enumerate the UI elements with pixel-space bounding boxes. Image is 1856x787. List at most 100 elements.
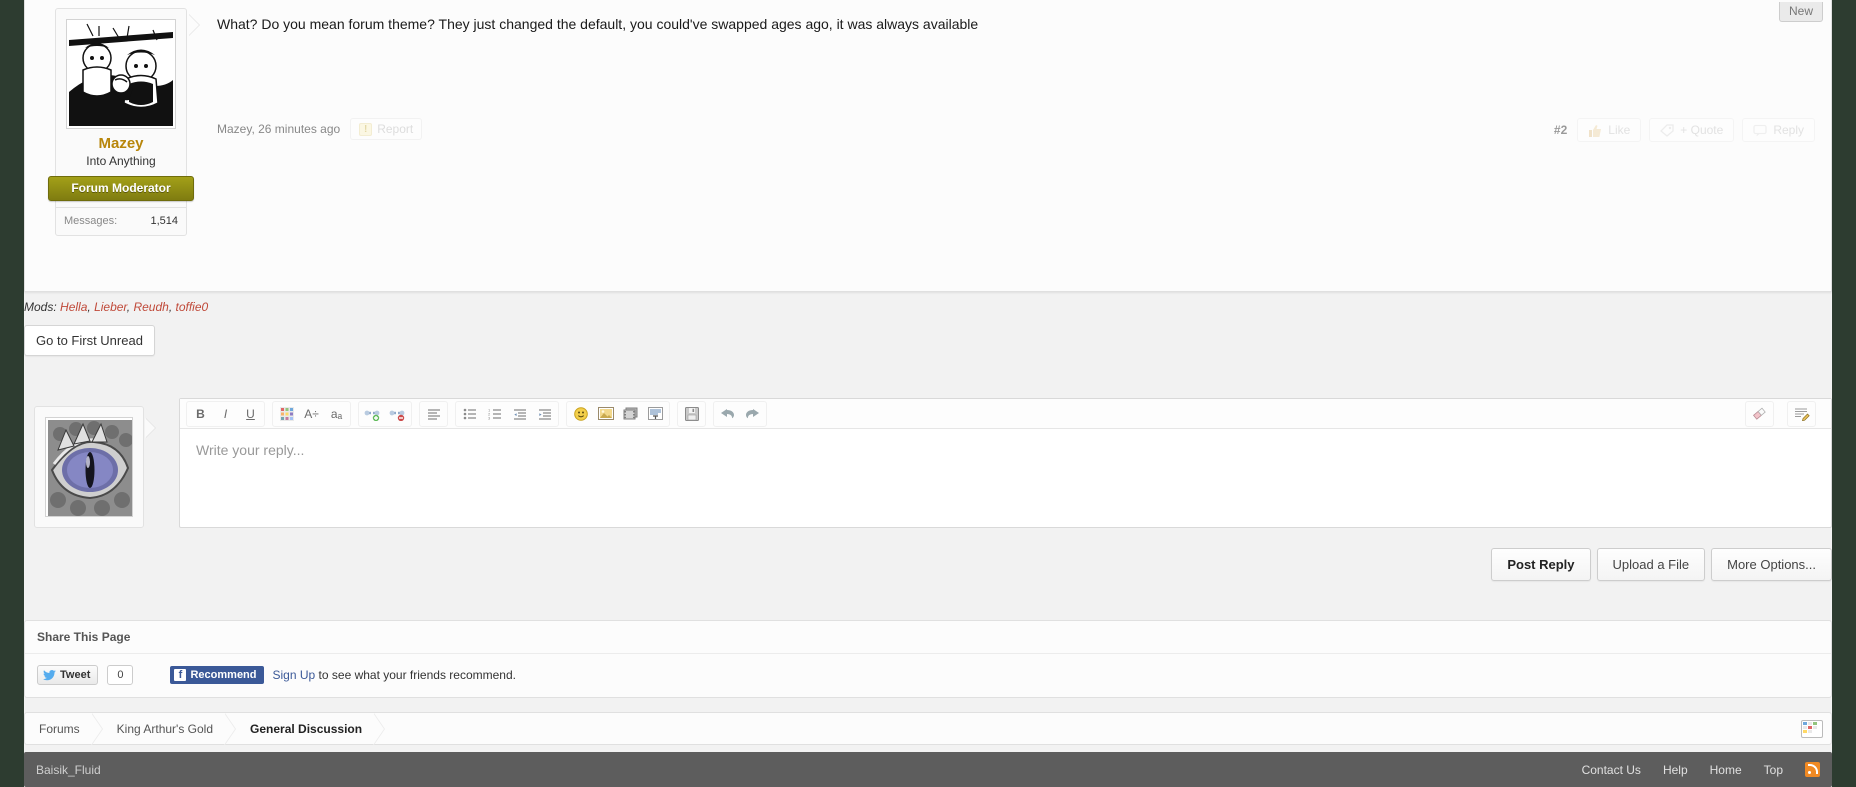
toolbar-group-font: A÷ aₐ (272, 400, 351, 427)
font-family-glyph: aₐ (330, 406, 343, 421)
reply-textarea[interactable]: Write your reply... (180, 429, 1831, 471)
style-name[interactable]: Baisik_Fluid (36, 763, 101, 777)
toolbar-group-insert (566, 400, 670, 427)
post-body-area: What? Do you mean forum theme? They just… (195, 0, 1823, 291)
speech-bubble-icon (1753, 124, 1767, 137)
breadcrumb-item-kag[interactable]: King Arthur's Gold (103, 722, 225, 736)
post-private-controls: Mazey, 26 minutes ago ! Report (217, 118, 423, 140)
rss-icon[interactable] (1805, 762, 1820, 777)
upload-file-button[interactable]: Upload a File (1596, 548, 1706, 581)
toolbar-group-eraser (1745, 400, 1774, 427)
footer-links: Contact Us Help Home Top (1582, 762, 1820, 777)
recommend-label: Recommend (190, 669, 257, 681)
insert-link-icon[interactable] (360, 403, 385, 425)
facebook-icon: f (174, 669, 187, 681)
like-label: Like (1608, 123, 1631, 137)
toolbar-group-align (419, 400, 448, 427)
save-draft-icon[interactable] (679, 403, 704, 425)
quick-reply-avatar[interactable] (34, 406, 144, 528)
twitter-icon (43, 669, 56, 680)
user-extra-info: Messages: 1,514 (56, 207, 186, 235)
breadcrumb-item-forums[interactable]: Forums (25, 722, 92, 736)
source-mode-icon[interactable] (1789, 403, 1814, 425)
mod-link-2[interactable]: Reudh (133, 300, 168, 314)
insert-quote-icon[interactable] (643, 403, 668, 425)
post-date: Mazey, 26 minutes ago (217, 122, 341, 136)
undo-icon[interactable] (715, 403, 740, 425)
eraser-icon[interactable] (1747, 403, 1772, 425)
facebook-recommend-button[interactable]: f Recommend (170, 666, 264, 684)
font-size-icon[interactable]: A÷ (299, 403, 324, 425)
moderators-line: Mods: Hella, Lieber, Reudh, toffie0 (24, 300, 209, 314)
breadcrumb-separator-icon (224, 712, 237, 745)
align-icon[interactable] (421, 403, 446, 425)
tag-icon (1660, 123, 1674, 137)
breadcrumb-separator-icon (373, 712, 386, 745)
svg-text:3: 3 (488, 415, 491, 420)
font-size-glyph: A÷ (304, 406, 319, 421)
breadcrumb: Forums King Arthur's Gold General Discus… (24, 712, 1832, 745)
post-author-name[interactable]: Mazey (56, 135, 186, 152)
quote-label: + Quote (1680, 123, 1724, 137)
share-this-page: Share This Page Tweet 0 f Recommend Sign… (24, 620, 1832, 698)
tweet-label: Tweet (60, 669, 91, 681)
italic-glyph: I (223, 406, 228, 421)
mod-link-1[interactable]: Lieber (94, 300, 127, 314)
new-post-badge: New (1778, 2, 1823, 22)
report-button[interactable]: ! Report (350, 118, 423, 140)
footer-link-home[interactable]: Home (1710, 763, 1742, 777)
smilies-icon[interactable] (568, 403, 593, 425)
bullet-list-icon[interactable] (457, 403, 482, 425)
post-arrow-icon (188, 14, 199, 36)
underline-icon[interactable]: U (238, 403, 263, 425)
italic-icon[interactable]: I (213, 403, 238, 425)
editor-toolbar: B I U A÷ aₐ 1 2 3 (180, 399, 1831, 429)
insert-media-icon[interactable] (618, 403, 643, 425)
post-author-title: Into Anything (86, 154, 156, 168)
breadcrumb-separator-icon (90, 712, 103, 745)
footer-link-help[interactable]: Help (1663, 763, 1688, 777)
text-color-icon[interactable] (274, 403, 299, 425)
reply-editor: B I U A÷ aₐ 1 2 3 Write your reply... (179, 398, 1832, 528)
style-chooser-icon[interactable] (1801, 720, 1823, 738)
user-banner: Forum Moderator (48, 176, 194, 201)
numbered-list-icon[interactable]: 123 (482, 403, 507, 425)
go-to-first-unread-button[interactable]: Go to First Unread (24, 325, 155, 356)
quick-reply: B I U A÷ aₐ 1 2 3 Write your reply... (24, 398, 1832, 563)
toolbar-right-group (1745, 400, 1823, 427)
underline-glyph: U (246, 406, 255, 421)
redo-icon[interactable] (740, 403, 765, 425)
mod-link-3[interactable]: toffie0 (175, 300, 208, 314)
footer-link-contact-us[interactable]: Contact Us (1582, 763, 1641, 777)
toolbar-group-link (358, 400, 412, 427)
outdent-icon[interactable] (507, 403, 532, 425)
signup-rest: to see what your friends recommend. (315, 668, 516, 682)
quote-button[interactable]: + Quote (1649, 118, 1735, 142)
font-family-icon[interactable]: aₐ (324, 403, 349, 425)
bold-icon[interactable]: B (188, 403, 213, 425)
reply-button[interactable]: Reply (1742, 118, 1815, 142)
avatar[interactable] (66, 19, 176, 129)
messages-count: 1,514 (150, 215, 178, 227)
more-options-button[interactable]: More Options... (1711, 548, 1832, 581)
post-text: What? Do you mean forum theme? They just… (217, 16, 979, 32)
remove-link-icon[interactable] (385, 403, 410, 425)
post-number[interactable]: #2 (1554, 123, 1567, 137)
bold-glyph: B (196, 406, 205, 421)
breadcrumb-item-general-discussion[interactable]: General Discussion (236, 722, 374, 736)
indent-icon[interactable] (532, 403, 557, 425)
like-button[interactable]: Like (1577, 118, 1642, 142)
quick-reply-avatar-image (45, 417, 133, 517)
post-reply-button[interactable]: Post Reply (1491, 548, 1591, 581)
tweet-button[interactable]: Tweet (37, 665, 99, 685)
insert-image-icon[interactable] (593, 403, 618, 425)
toolbar-group-draft (677, 400, 706, 427)
page-container: New Mazey Into Anything Forum Moderator … (24, 0, 1832, 787)
facebook-signup-text: Sign Up to see what your friends recomme… (273, 668, 516, 682)
mod-link-0[interactable]: Hella (60, 300, 87, 314)
sign-up-link[interactable]: Sign Up (273, 668, 316, 682)
share-title: Share This Page (25, 621, 1831, 654)
messages-label: Messages: (64, 215, 118, 227)
post-message: New Mazey Into Anything Forum Moderator … (24, 0, 1832, 292)
footer-link-top[interactable]: Top (1764, 763, 1783, 777)
